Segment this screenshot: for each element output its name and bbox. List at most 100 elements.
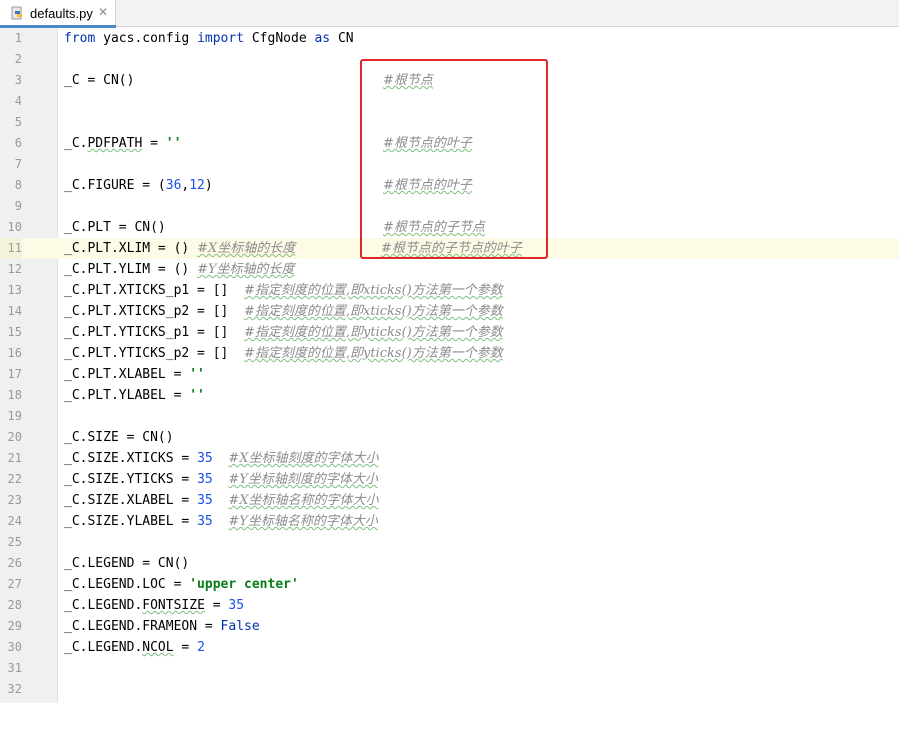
- attribute-name: FONTSIZE: [142, 598, 205, 613]
- code-text: _C.SIZE.YTICKS =: [64, 472, 198, 487]
- code-text: _C.PLT.YLABEL =: [64, 388, 190, 403]
- code-line-19[interactable]: 19: [0, 406, 899, 427]
- string-literal: 'upper center': [189, 577, 299, 592]
- line-number: 20: [7, 430, 22, 444]
- code-line-29[interactable]: 29 _C.LEGEND.FRAMEON = False: [0, 616, 899, 637]
- code-text: =: [173, 640, 198, 655]
- line-number: 29: [7, 619, 22, 633]
- code-line-32[interactable]: 32: [0, 679, 899, 700]
- comment: #指定刻度的位置,即yticks()方法第一个参数: [244, 346, 503, 361]
- code-line-18[interactable]: 18 _C.PLT.YLABEL = '': [0, 385, 899, 406]
- module-name: yacs.config: [95, 31, 198, 46]
- code-line-21[interactable]: 21 _C.SIZE.XTICKS = 35 #X坐标轴刻度的字体大小: [0, 448, 899, 469]
- code-line-31[interactable]: 31: [0, 658, 899, 679]
- line-number: 8: [14, 178, 22, 192]
- line-number: 13: [7, 283, 22, 297]
- line-number: 21: [7, 451, 22, 465]
- number-literal: 35: [197, 493, 213, 508]
- imported-name: CfgNode: [244, 31, 315, 46]
- line-number: 4: [14, 94, 22, 108]
- code-text: _C.PLT.XLABEL =: [64, 367, 190, 382]
- code-line-16[interactable]: 16 _C.PLT.YTICKS_p2 = [] #指定刻度的位置,即ytick…: [0, 343, 899, 364]
- line-number: 18: [7, 388, 22, 402]
- code-text: _C.SIZE.XLABEL =: [64, 493, 198, 508]
- line-number: 10: [7, 220, 22, 234]
- code-line-14[interactable]: 14 _C.PLT.XTICKS_p2 = [] #指定刻度的位置,即xtick…: [0, 301, 899, 322]
- comment: #X坐标轴名称的字体大小: [228, 493, 379, 508]
- code-line-15[interactable]: 15 _C.PLT.YTICKS_p1 = [] #指定刻度的位置,即ytick…: [0, 322, 899, 343]
- code-line-20[interactable]: 20 _C.SIZE = CN(): [0, 427, 899, 448]
- line-number: 1: [14, 31, 22, 45]
- code-text: _C.SIZE.XTICKS =: [64, 451, 198, 466]
- comment: #Y坐标轴的长度: [197, 262, 295, 277]
- code-text: _C.SIZE = CN(): [64, 430, 174, 445]
- string-literal: '': [189, 367, 205, 382]
- number-literal: 35: [228, 598, 245, 613]
- code-line-24[interactable]: 24 _C.SIZE.YLABEL = 35 #Y坐标轴名称的字体大小: [0, 511, 899, 532]
- attribute-name: NCOL: [142, 640, 174, 655]
- code-text: _C.PLT.YTICKS_p2 = []: [64, 346, 245, 361]
- code-text: _C.LEGEND.: [64, 598, 143, 613]
- line-number: 24: [7, 514, 22, 528]
- line-number: 14: [7, 304, 22, 318]
- code-text: _C.: [64, 136, 88, 151]
- line-number: 2: [14, 52, 22, 66]
- code-text: _C.LEGEND.: [64, 640, 143, 655]
- code-line-26[interactable]: 26 _C.LEGEND = CN(): [0, 553, 899, 574]
- line-number: 16: [7, 346, 22, 360]
- code-text: _C.LEGEND = CN(): [64, 556, 190, 571]
- line-number: 23: [7, 493, 22, 507]
- line-number: 11: [0, 238, 22, 259]
- code-line-30[interactable]: 30 _C.LEGEND.NCOL = 2: [0, 637, 899, 658]
- line-number: 5: [14, 115, 22, 129]
- number-literal: 35: [197, 472, 213, 487]
- code-line-13[interactable]: 13 _C.PLT.XTICKS_p1 = [] #指定刻度的位置,即xtick…: [0, 280, 899, 301]
- code-line-23[interactable]: 23 _C.SIZE.XLABEL = 35 #X坐标轴名称的字体大小: [0, 490, 899, 511]
- code-line-1[interactable]: 1 from yacs.config import CfgNode as CN: [0, 28, 899, 49]
- code-line-17[interactable]: 17 _C.PLT.XLABEL = '': [0, 364, 899, 385]
- code-text: _C.LEGEND.FRAMEON =: [64, 619, 221, 634]
- code-line-28[interactable]: 28 _C.LEGEND.FONTSIZE = 35: [0, 595, 899, 616]
- close-tab-icon[interactable]: ✕: [98, 5, 108, 19]
- alias-name: CN: [330, 31, 354, 46]
- code-text: _C.PLT.XTICKS_p1 = []: [64, 283, 245, 298]
- code-text: _C.LEGEND.LOC =: [64, 577, 190, 592]
- line-number: 31: [7, 661, 22, 675]
- number-literal: 35: [197, 514, 213, 529]
- line-number: 7: [14, 157, 22, 171]
- code-editor[interactable]: 1 from yacs.config import CfgNode as CN …: [0, 28, 899, 703]
- line-number: 3: [14, 73, 22, 87]
- code-line-12[interactable]: 12 _C.PLT.YLIM = () #Y坐标轴的长度: [0, 259, 899, 280]
- comment: #X坐标轴刻度的字体大小: [228, 451, 379, 466]
- code-text: =: [142, 136, 166, 151]
- line-number: 22: [7, 472, 22, 486]
- line-number: 6: [14, 136, 22, 150]
- code-text: ): [204, 178, 213, 193]
- boolean-literal: False: [220, 619, 260, 634]
- line-number: 19: [7, 409, 22, 423]
- code-line-25[interactable]: 25: [0, 532, 899, 553]
- code-line-27[interactable]: 27 _C.LEGEND.LOC = 'upper center': [0, 574, 899, 595]
- line-number: 32: [7, 682, 22, 696]
- number-literal: 35: [197, 451, 213, 466]
- number-literal: 36: [165, 178, 182, 193]
- line-number: 30: [7, 640, 22, 654]
- line-number: 15: [7, 325, 22, 339]
- code-line-22[interactable]: 22 _C.SIZE.YTICKS = 35 #Y坐标轴刻度的字体大小: [0, 469, 899, 490]
- line-number: 27: [7, 577, 22, 591]
- tab-defaults-py[interactable]: defaults.py ✕: [0, 0, 116, 28]
- code-text: _C.PLT = CN(): [64, 220, 166, 235]
- tab-filename: defaults.py: [30, 6, 93, 21]
- editor-tab-bar: defaults.py ✕: [0, 0, 899, 28]
- line-number: 17: [7, 367, 22, 381]
- comment: #指定刻度的位置,即xticks()方法第一个参数: [244, 304, 503, 319]
- code-text: _C.SIZE.YLABEL =: [64, 514, 198, 529]
- line-number: 12: [7, 262, 22, 276]
- comment: #Y坐标轴刻度的字体大小: [228, 472, 378, 487]
- line-number: 25: [7, 535, 22, 549]
- comment: #Y坐标轴名称的字体大小: [228, 514, 378, 529]
- comment: #指定刻度的位置,即yticks()方法第一个参数: [244, 325, 503, 340]
- keyword-from: from: [64, 31, 96, 46]
- line-number: 9: [14, 199, 22, 213]
- keyword-import: import: [197, 31, 245, 46]
